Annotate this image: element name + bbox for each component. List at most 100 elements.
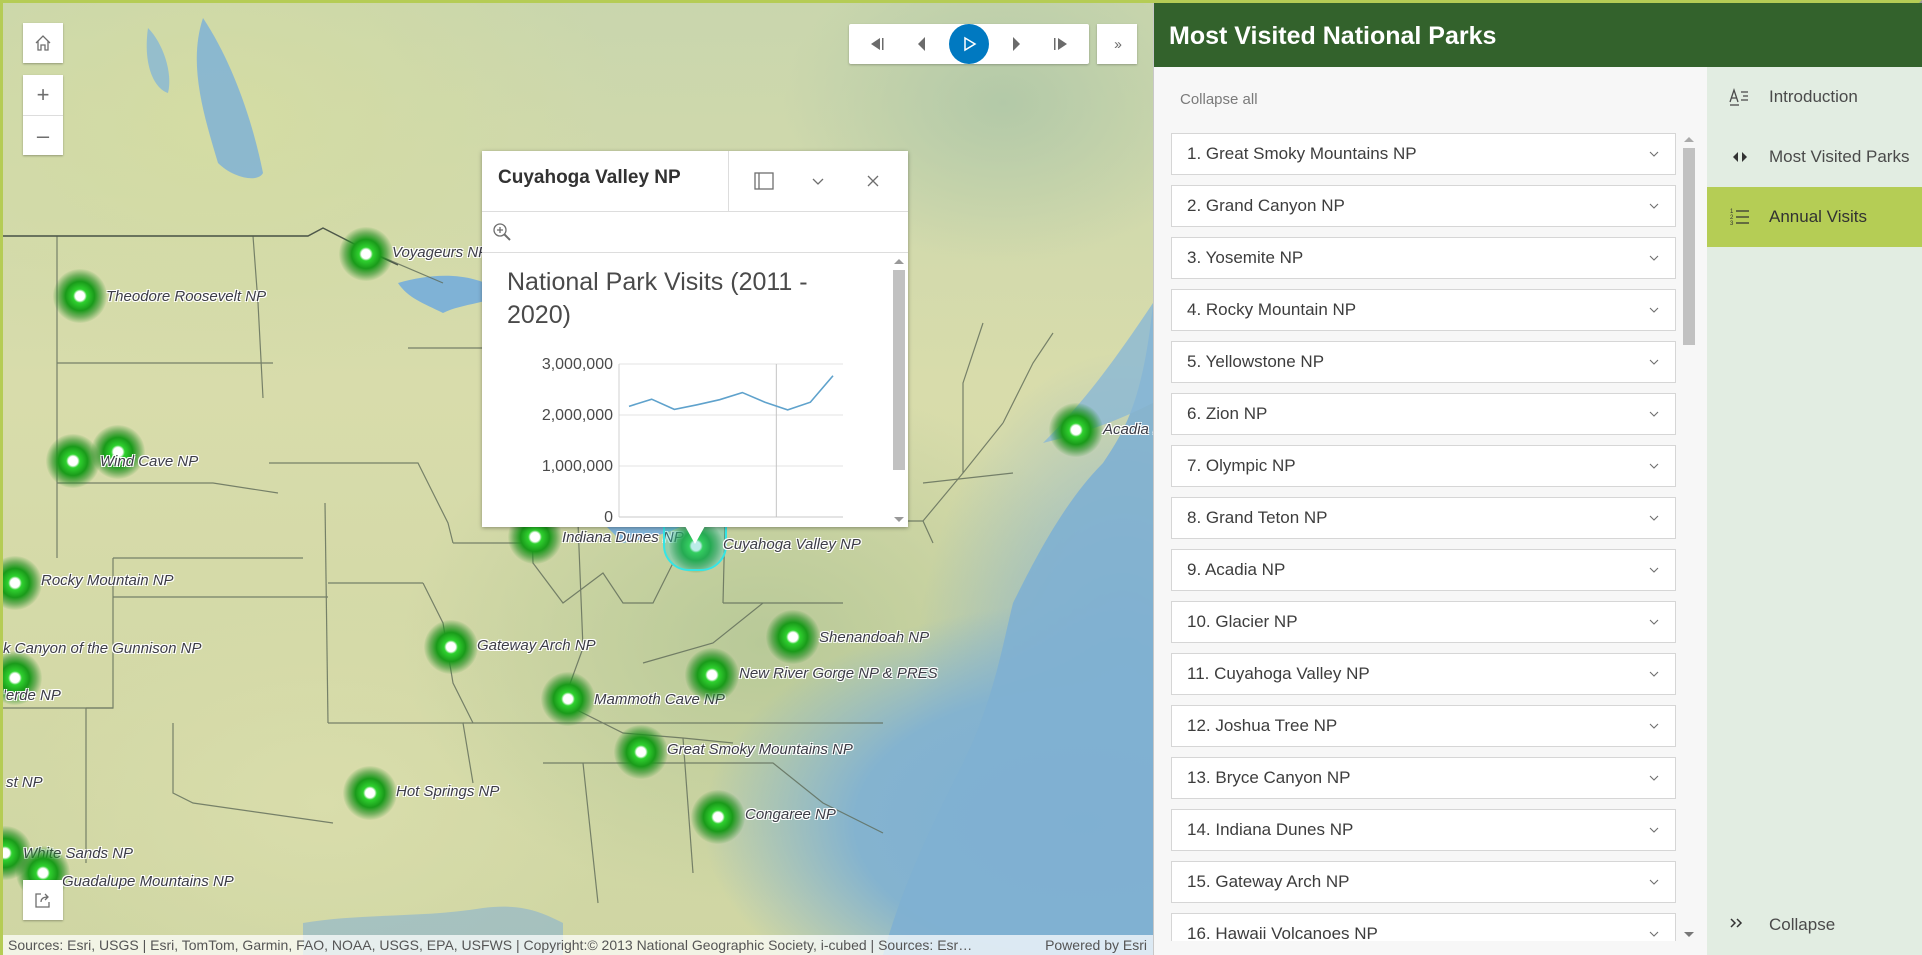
park-accordion-item[interactable]: 16. Hawaii Volcanoes NP [1171,913,1676,941]
zoom-out-button[interactable]: – [23,115,63,155]
map-marker[interactable] [53,269,107,323]
chevron-down-icon [1649,827,1659,833]
previous-icon [918,37,926,51]
map-marker[interactable] [614,725,668,779]
chevron-down-icon [1649,255,1659,261]
popup-toolbar [482,212,908,253]
park-accordion-item[interactable]: 15. Gateway Arch NP [1171,861,1676,903]
park-accordion-item[interactable]: 5. Yellowstone NP [1171,341,1676,383]
map-marker[interactable] [424,620,478,674]
popup-scrollbar[interactable] [892,256,906,525]
nav-item-introduction[interactable]: Introduction [1707,67,1922,127]
collapse-label: Collapse [1769,915,1836,934]
chevron-down-icon [1649,463,1659,469]
skip-to-end-button[interactable] [1043,26,1079,62]
map-marker[interactable] [91,425,145,479]
zoom-in-button[interactable]: + [23,75,63,115]
map-marker[interactable] [343,766,397,820]
map-marker-label: Voyageurs NP [392,244,489,261]
y-tick-label: 0 [604,509,613,526]
next-button[interactable] [998,26,1034,62]
park-accordion-item[interactable]: 7. Olympic NP [1171,445,1676,487]
scroll-up-icon[interactable] [894,259,904,264]
chevron-down-icon [1649,515,1659,521]
map-marker[interactable] [339,227,393,281]
expand-time-slider-button[interactable]: ›› [1097,24,1137,64]
park-accordion-label: 10. Glacier NP [1187,612,1298,631]
skip-to-start-button[interactable] [859,26,895,62]
park-accordion-label: 11. Cuyahoga Valley NP [1187,664,1370,683]
scrollbar-thumb[interactable] [1683,148,1695,345]
chevron-down-icon [813,178,824,185]
side-panel: Most Visited National Parks Collapse all… [1153,3,1922,955]
chevron-down-icon [1649,619,1659,625]
panel-title: Most Visited National Parks [1154,3,1922,67]
map-attribution: Sources: Esri, USGS | Esri, TomTom, Garm… [3,935,1153,955]
popup-title: Cuyahoga Valley NP [498,167,681,188]
park-accordion-label: 5. Yellowstone NP [1187,352,1325,371]
arrows-left-right-icon [1729,150,1751,164]
previous-button[interactable] [904,26,940,62]
close-popup-button[interactable] [853,161,893,201]
park-accordion-item[interactable]: 6. Zion NP [1171,393,1676,435]
map-marker[interactable] [691,790,745,844]
park-accordion-item[interactable]: 8. Grand Teton NP [1171,497,1676,539]
map-marker[interactable] [766,610,820,664]
collapse-nav-button[interactable]: Collapse [1707,895,1922,955]
map-marker-label: Wind Cave NP [100,453,199,470]
attribution-sources[interactable]: Sources: Esri, USGS | Esri, TomTom, Garm… [8,937,1035,953]
nav-item-annual-visits[interactable]: 123 Annual Visits [1707,187,1922,247]
text-icon [1729,87,1751,107]
park-accordion-label: 6. Zion NP [1187,404,1268,423]
chevron-down-icon [1649,203,1659,209]
zoom-to-icon[interactable] [492,222,514,244]
map-marker-label: Congaree NP [745,806,836,823]
scroll-up-icon[interactable] [1684,137,1694,142]
map-marker[interactable] [685,648,739,702]
chevron-down-icon [1649,775,1659,781]
scroll-down-icon[interactable] [894,517,904,522]
play-button[interactable] [948,24,989,64]
popup-content[interactable]: National Park Visits (2011 - 2020) 3,000… [482,254,908,527]
map-view[interactable]: Voyageurs NP Theodore Roosevelt NP Wind … [3,3,1153,955]
map-marker[interactable] [1049,403,1103,457]
park-accordion-label: 2. Grand Canyon NP [1187,196,1345,215]
chevron-down-icon [1649,879,1659,885]
chevron-down-icon [1649,723,1659,729]
collapse-popup-button[interactable] [798,161,838,201]
park-accordion-label: 16. Hawaii Volcanoes NP [1187,924,1378,941]
park-accordion-item[interactable]: 10. Glacier NP [1171,601,1676,643]
map-marker[interactable] [541,672,595,726]
y-tick-label: 3,000,000 [542,356,613,373]
map-marker-label: Theodore Roosevelt NP [106,288,267,305]
close-icon [867,175,879,187]
home-button[interactable] [23,23,63,63]
park-accordion-item[interactable]: 9. Acadia NP [1171,549,1676,591]
popup-pointer [685,526,705,544]
park-accordion-item[interactable]: 14. Indiana Dunes NP [1171,809,1676,851]
park-accordion-item[interactable]: 4. Rocky Mountain NP [1171,289,1676,331]
scroll-down-icon[interactable] [1684,932,1694,937]
feature-popup: Cuyahoga Valley NP National Park Visits … [482,151,908,527]
svg-text:3: 3 [1730,221,1734,227]
park-accordion-item[interactable]: 2. Grand Canyon NP [1171,185,1676,227]
dock-button[interactable] [744,161,784,201]
chevron-down-icon [1649,151,1659,157]
park-accordion-label: 13. Bryce Canyon NP [1187,768,1351,787]
chevron-down-icon [1649,567,1659,573]
list-scrollbar[interactable] [1681,133,1697,941]
park-accordion-label: 12. Joshua Tree NP [1187,716,1338,735]
park-accordion-item[interactable]: 11. Cuyahoga Valley NP [1171,653,1676,695]
collapse-all-button[interactable]: Collapse all [1180,91,1258,108]
powered-by-esri[interactable]: Powered by Esri [1035,937,1153,953]
nav-item-most-visited-parks[interactable]: Most Visited Parks [1707,127,1922,187]
park-accordion-item[interactable]: 13. Bryce Canyon NP [1171,757,1676,799]
share-button[interactable] [23,880,63,920]
park-accordion-item[interactable]: 3. Yosemite NP [1171,237,1676,279]
park-accordion-item[interactable]: 12. Joshua Tree NP [1171,705,1676,747]
scrollbar-thumb[interactable] [893,270,905,470]
park-accordion-item[interactable]: 1. Great Smoky Mountains NP [1171,133,1676,175]
nav-item-label: Most Visited Parks [1769,147,1910,166]
map-marker-label: Gateway Arch NP [477,637,596,654]
map-marker-label: Acadia N [1103,421,1153,438]
